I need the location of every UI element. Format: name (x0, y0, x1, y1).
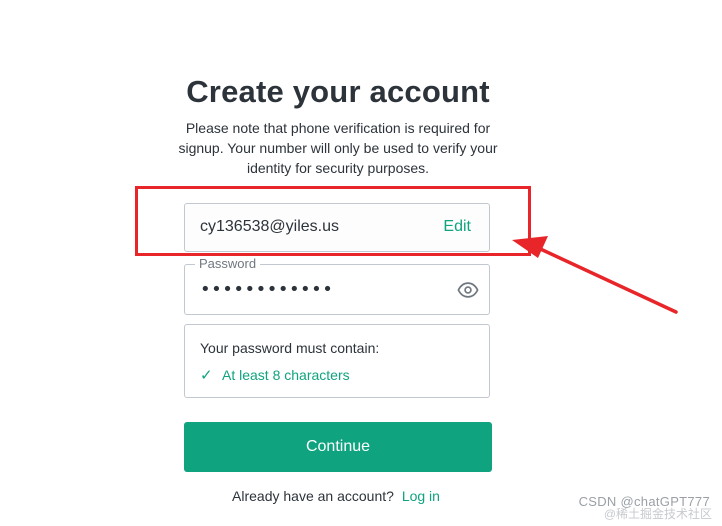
watermark-overlay: @稀土掘金技术社区 (603, 507, 712, 521)
eye-icon[interactable] (457, 279, 479, 301)
requirement-label: At least 8 characters (222, 367, 350, 383)
continue-button[interactable]: Continue (184, 422, 492, 472)
page-title: Create your account (186, 74, 490, 109)
requirements-heading: Your password must contain: (200, 340, 380, 356)
edit-email-link[interactable]: Edit (443, 218, 471, 236)
password-input[interactable]: •••••••••••• (200, 279, 440, 300)
password-field[interactable]: Password •••••••••••• (184, 256, 490, 315)
password-requirements: Your password must contain: ✓ At least 8… (184, 324, 490, 398)
check-icon: ✓ (200, 367, 213, 384)
email-field[interactable]: cy136538@yiles.us Edit (184, 203, 490, 252)
password-label: Password (195, 256, 261, 271)
login-link[interactable]: Log in (402, 488, 440, 504)
login-prompt: Already have an account? Log in (0, 488, 672, 504)
requirement-item: ✓ At least 8 characters (200, 366, 350, 384)
login-prompt-text: Already have an account? (232, 488, 394, 504)
page-subtitle: Please note that phone verification is r… (178, 120, 498, 176)
email-value: cy136538@yiles.us (200, 218, 339, 235)
